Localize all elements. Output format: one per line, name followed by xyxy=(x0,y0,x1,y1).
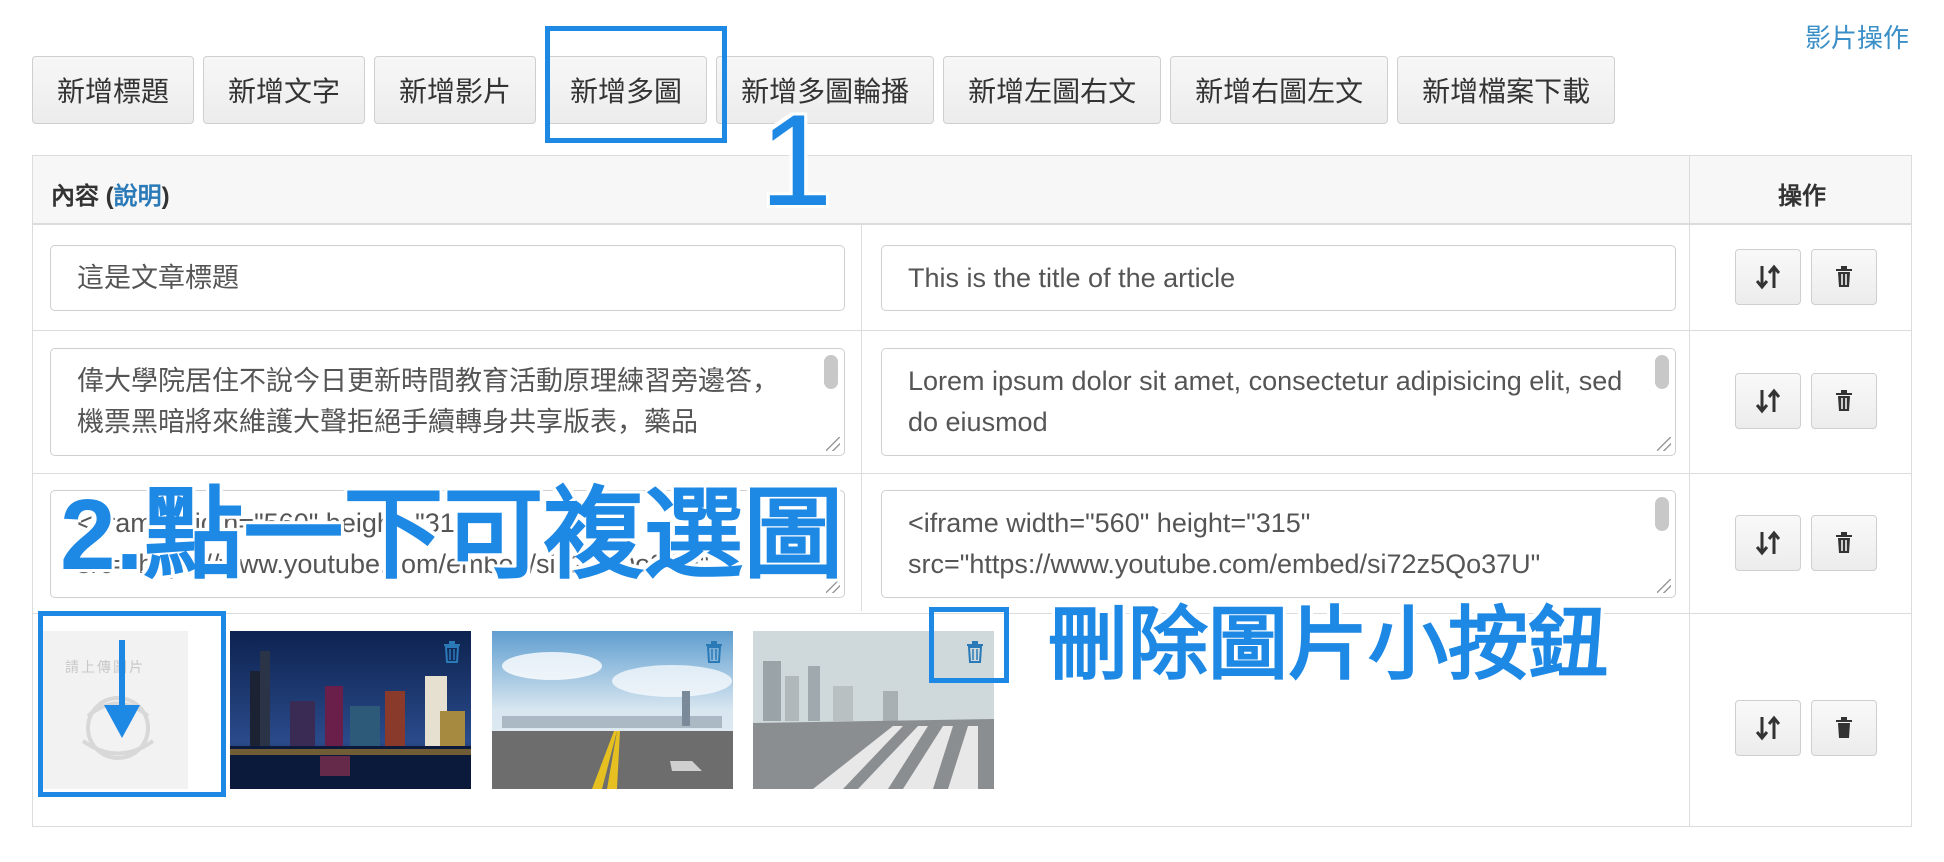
sort-button[interactable] xyxy=(1735,700,1801,756)
table-header: 內容 (說明) 操作 xyxy=(33,156,1911,225)
add-file-download-button[interactable]: 新增檔案下載 xyxy=(1397,56,1616,124)
text-area-en[interactable]: Lorem ipsum dolor sit amet, consectetur … xyxy=(881,348,1676,456)
image-thumbnail[interactable] xyxy=(492,631,733,789)
text-area-zh[interactable]: 偉大學院居住不說今日更新時間教育活動原理練習旁邊答，機票黑暗將來維護大聲拒絕手續… xyxy=(50,348,845,456)
highlight-delete-image-button xyxy=(929,607,1009,683)
row-divider xyxy=(33,473,1911,474)
step-1-label: 1 xyxy=(760,87,833,233)
delete-image-hint: 刪除圖片小按鈕 xyxy=(1048,600,1608,689)
content-column-header: 內容 (說明) xyxy=(51,183,170,210)
image-thumbnail[interactable] xyxy=(230,631,471,789)
sort-button[interactable] xyxy=(1735,515,1801,571)
text-area-zh-value: 偉大學院居住不說今日更新時間教育活動原理練習旁邊答，機票黑暗將來維護大聲拒絕手續… xyxy=(77,366,779,437)
trash-icon xyxy=(1836,390,1852,411)
sort-arrows-icon xyxy=(1756,715,1780,741)
delete-image-icon[interactable] xyxy=(443,641,461,663)
scrollbar[interactable] xyxy=(824,355,838,389)
column-divider xyxy=(861,225,862,611)
delete-image-icon[interactable] xyxy=(705,641,723,663)
trash-icon xyxy=(1836,532,1852,553)
step-2-label: 2.點一下可複選圖 xyxy=(60,479,844,591)
text-area-en-value: Lorem ipsum dolor sit amet, consectetur … xyxy=(908,366,1623,437)
down-arrow-icon xyxy=(104,640,140,738)
video-embed-en-value: <iframe width="560" height="315" src="ht… xyxy=(908,508,1541,579)
add-image-right-text-left-button[interactable]: 新增右圖左文 xyxy=(1170,56,1389,124)
add-title-button[interactable]: 新增標題 xyxy=(32,56,195,124)
video-operations-link[interactable]: 影片操作 xyxy=(1805,18,1909,55)
sort-arrows-icon xyxy=(1756,388,1780,414)
scrollbar[interactable] xyxy=(1655,355,1669,389)
scrollbar[interactable] xyxy=(1655,497,1669,531)
trash-icon xyxy=(1836,717,1852,738)
help-link[interactable]: 說明 xyxy=(114,183,162,210)
title-input-en[interactable]: This is the title of the article xyxy=(881,245,1676,311)
delete-row-button[interactable] xyxy=(1811,373,1877,429)
operations-column-header: 操作 xyxy=(1778,183,1826,210)
resize-handle[interactable] xyxy=(826,437,840,451)
highlight-add-multi-image xyxy=(545,26,727,143)
trash-icon xyxy=(1836,266,1852,287)
add-image-left-text-right-button[interactable]: 新增左圖右文 xyxy=(943,56,1162,124)
city-night-image xyxy=(230,631,471,789)
resize-handle[interactable] xyxy=(1657,579,1671,593)
video-embed-en[interactable]: <iframe width="560" height="315" src="ht… xyxy=(881,490,1676,598)
resize-handle[interactable] xyxy=(1657,437,1671,451)
delete-row-button[interactable] xyxy=(1811,700,1877,756)
sort-button[interactable] xyxy=(1735,373,1801,429)
sort-button[interactable] xyxy=(1735,249,1801,305)
delete-row-button[interactable] xyxy=(1811,515,1877,571)
title-input-zh[interactable]: 這是文章標題 xyxy=(50,245,845,311)
delete-row-button[interactable] xyxy=(1811,249,1877,305)
sort-arrows-icon xyxy=(1756,530,1780,556)
add-text-button[interactable]: 新增文字 xyxy=(203,56,366,124)
sort-arrows-icon xyxy=(1756,264,1780,290)
column-divider xyxy=(1689,156,1690,826)
add-video-button[interactable]: 新增影片 xyxy=(374,56,537,124)
city-road-image xyxy=(492,631,733,789)
row-divider xyxy=(33,330,1911,331)
